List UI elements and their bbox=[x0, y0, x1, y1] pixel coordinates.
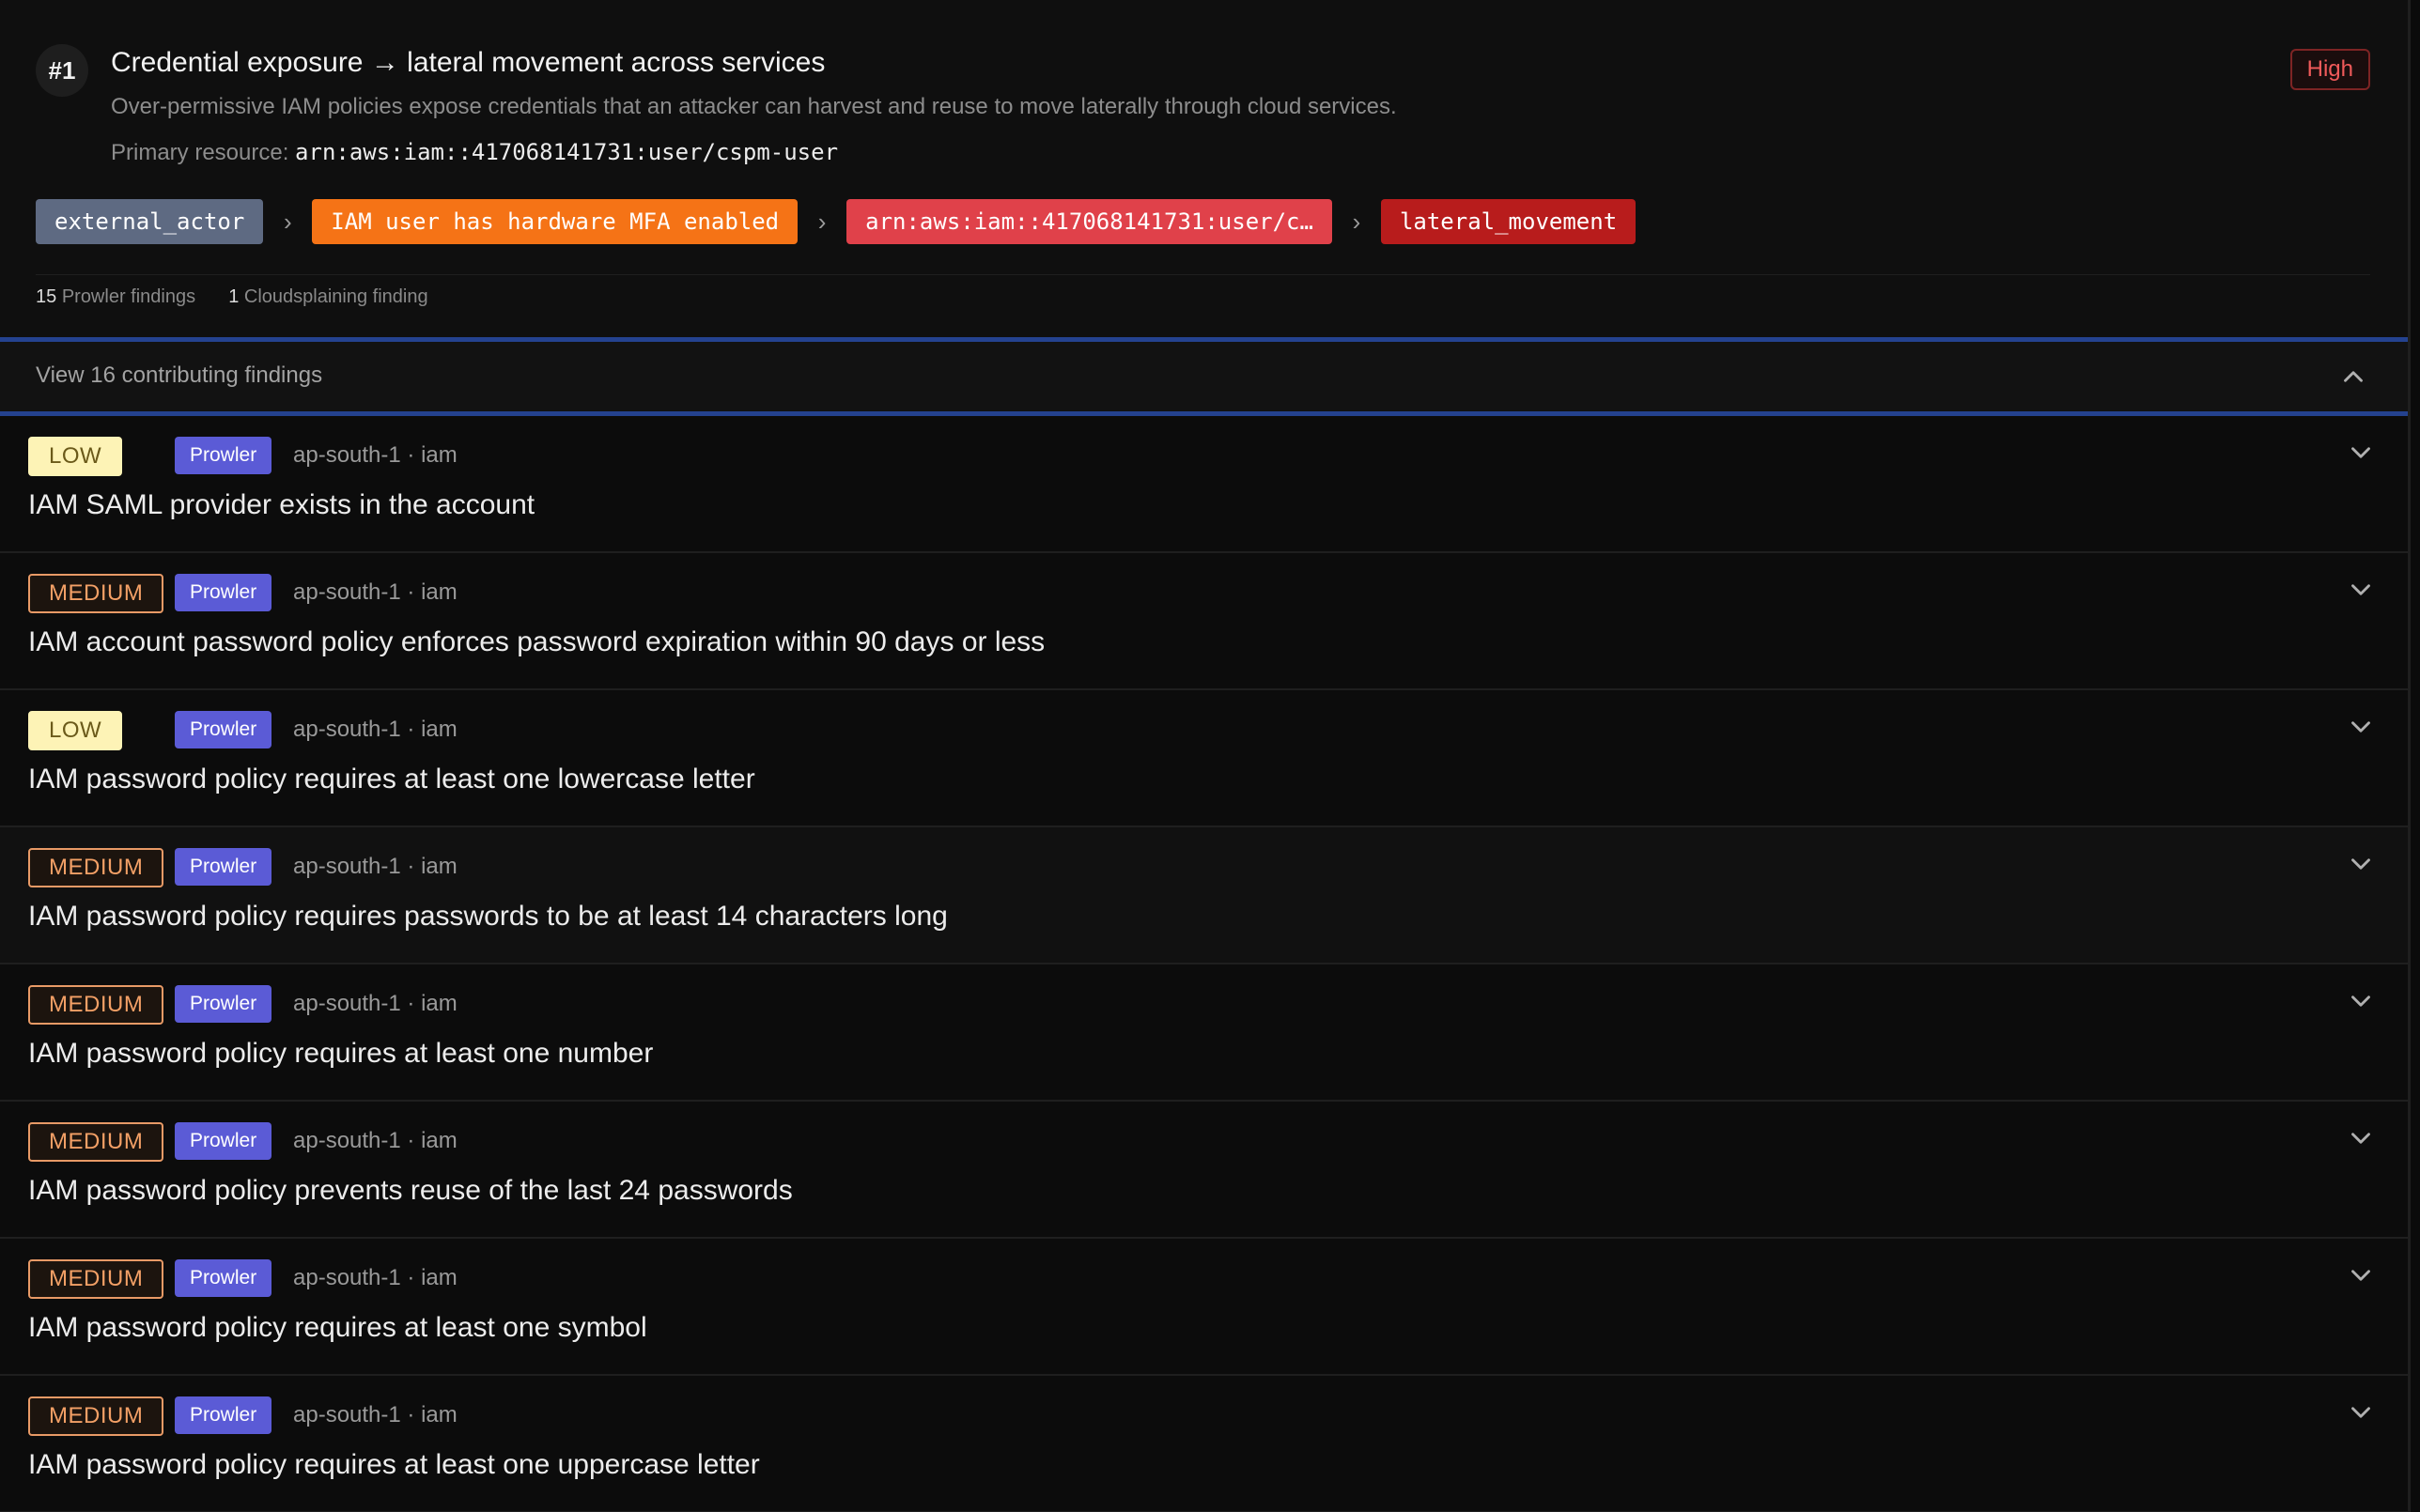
path-node[interactable]: arn:aws:iam::417068141731:user/c… bbox=[846, 199, 1332, 244]
finding-title: IAM password policy requires passwords t… bbox=[28, 901, 948, 932]
severity-badge: MEDIUM bbox=[28, 574, 164, 613]
view-findings-toggle[interactable]: View 16 contributing findings bbox=[0, 337, 2408, 416]
finding-meta: ap-south-1 · iam bbox=[293, 991, 458, 1016]
path-node[interactable]: lateral_movement bbox=[1380, 199, 1637, 244]
finding-row[interactable]: MEDIUM Prowler ap-south-1 · iam IAM pass… bbox=[0, 1102, 2408, 1239]
path-node[interactable]: external_actor bbox=[36, 199, 264, 244]
chevron-down-icon[interactable] bbox=[2345, 1396, 2377, 1428]
finding-counts: 15 Prowler findings 1 Cloudsplaining fin… bbox=[36, 286, 428, 308]
severity-badge: High bbox=[2289, 49, 2370, 90]
attack-path-header: #1 Credential exposure → lateral movemen… bbox=[0, 0, 2408, 338]
path-node[interactable]: IAM user has hardware MFA enabled bbox=[312, 199, 799, 244]
finding-title: IAM password policy requires at least on… bbox=[28, 764, 755, 795]
severity-badge: MEDIUM bbox=[28, 1122, 164, 1162]
chevron-down-icon[interactable] bbox=[2345, 848, 2377, 880]
primary-resource-label: Primary resource: bbox=[111, 140, 289, 165]
chevron-down-icon[interactable] bbox=[2345, 437, 2377, 469]
finding-title: IAM password policy requires at least on… bbox=[28, 1038, 654, 1069]
primary-resource-value: arn:aws:iam::417068141731:user/cspm-user bbox=[295, 139, 839, 165]
finding-meta: ap-south-1 · iam bbox=[293, 1402, 458, 1427]
finding-meta: ap-south-1 · iam bbox=[293, 442, 458, 468]
chevron-up-icon[interactable] bbox=[2337, 361, 2369, 393]
severity-badge: MEDIUM bbox=[28, 985, 164, 1025]
finding-title: IAM password policy prevents reuse of th… bbox=[28, 1175, 793, 1206]
chevron-down-icon[interactable] bbox=[2345, 711, 2377, 743]
chevron-down-icon[interactable] bbox=[2345, 985, 2377, 1017]
severity-badge: MEDIUM bbox=[28, 1259, 164, 1299]
findings-list: LOW Prowler ap-south-1 · iam IAM SAML pr… bbox=[0, 416, 2408, 1512]
finding-title: IAM SAML provider exists in the account bbox=[28, 489, 535, 520]
finding-row[interactable]: MEDIUM Prowler ap-south-1 · iam IAM pass… bbox=[0, 827, 2408, 964]
finding-meta: ap-south-1 · iam bbox=[293, 1128, 458, 1153]
finding-row[interactable]: MEDIUM Prowler ap-south-1 · iam IAM pass… bbox=[0, 964, 2408, 1102]
attack-path-chain: external_actor › IAM user has hardware M… bbox=[36, 199, 1637, 244]
finding-row[interactable]: LOW Prowler ap-south-1 · iam IAM SAML pr… bbox=[0, 416, 2408, 553]
source-badge: Prowler bbox=[175, 985, 272, 1023]
source-badge: Prowler bbox=[175, 1396, 272, 1434]
chevron-down-icon[interactable] bbox=[2345, 1122, 2377, 1154]
view-findings-label: View 16 contributing findings bbox=[36, 363, 323, 388]
chevron-right-icon: › bbox=[1352, 207, 1361, 236]
severity-badge: LOW bbox=[28, 711, 123, 750]
finding-title: IAM password policy requires at least on… bbox=[28, 1312, 647, 1343]
primary-resource: Primary resource: arn:aws:iam::417068141… bbox=[111, 139, 838, 166]
severity-badge: LOW bbox=[28, 437, 123, 476]
finding-meta: ap-south-1 · iam bbox=[293, 579, 458, 605]
divider bbox=[36, 274, 2370, 275]
finding-meta: ap-south-1 · iam bbox=[293, 1265, 458, 1290]
cloudsplaining-count-label: Cloudsplaining finding bbox=[243, 286, 428, 307]
attack-path-title: Credential exposure → lateral movement a… bbox=[111, 47, 826, 78]
finding-title: IAM account password policy enforces pas… bbox=[28, 626, 1046, 657]
source-badge: Prowler bbox=[175, 848, 272, 886]
finding-row[interactable]: LOW Prowler ap-south-1 · iam IAM passwor… bbox=[0, 690, 2408, 827]
attack-path-card: #1 Credential exposure → lateral movemen… bbox=[0, 0, 2411, 1512]
chevron-right-icon: › bbox=[817, 207, 827, 236]
finding-row[interactable]: MEDIUM Prowler ap-south-1 · iam IAM acco… bbox=[0, 553, 2408, 690]
rank-badge: #1 bbox=[36, 44, 88, 97]
finding-row[interactable]: MEDIUM Prowler ap-south-1 · iam IAM pass… bbox=[0, 1376, 2408, 1512]
prowler-count: 15 bbox=[36, 286, 57, 307]
severity-badge: MEDIUM bbox=[28, 1396, 164, 1436]
chevron-down-icon[interactable] bbox=[2345, 574, 2377, 606]
source-badge: Prowler bbox=[175, 1259, 272, 1297]
finding-meta: ap-south-1 · iam bbox=[293, 717, 458, 742]
cloudsplaining-count: 1 bbox=[228, 286, 240, 307]
finding-title: IAM password policy requires at least on… bbox=[28, 1449, 760, 1480]
chevron-down-icon[interactable] bbox=[2345, 1259, 2377, 1291]
finding-row[interactable]: MEDIUM Prowler ap-south-1 · iam IAM pass… bbox=[0, 1239, 2408, 1376]
source-badge: Prowler bbox=[175, 574, 272, 611]
prowler-count-label: Prowler findings bbox=[61, 286, 196, 307]
severity-badge: MEDIUM bbox=[28, 848, 164, 887]
attack-path-description: Over-permissive IAM policies expose cred… bbox=[111, 94, 1397, 119]
source-badge: Prowler bbox=[175, 711, 272, 748]
chevron-right-icon: › bbox=[283, 207, 292, 236]
source-badge: Prowler bbox=[175, 1122, 272, 1160]
source-badge: Prowler bbox=[175, 437, 272, 474]
finding-meta: ap-south-1 · iam bbox=[293, 854, 458, 879]
